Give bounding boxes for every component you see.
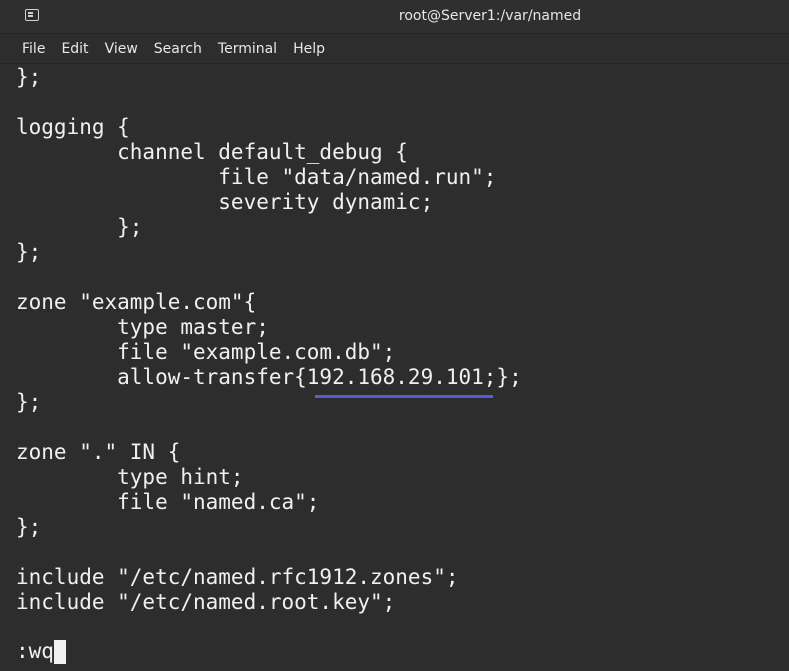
menu-help[interactable]: Help [293,39,331,59]
terminal-line: }; [16,215,143,239]
menu-terminal[interactable]: Terminal [218,39,283,59]
terminal-content[interactable]: }; logging { channel default_debug { fil… [0,64,789,671]
terminal-line: file "example.com.db"; [16,340,396,364]
terminal-line: }; [16,240,42,264]
terminal-line: }; [16,65,42,89]
menu-view[interactable]: View [105,39,144,59]
window-title: root@Server1:/var/named [398,8,582,24]
terminal-line: allow-transfer{192.168.29.101;}; [16,365,522,389]
terminal-line: channel default_debug { [16,140,408,164]
terminal-line: type master; [16,315,269,339]
terminal-line: include "/etc/named.rfc1912.zones"; [16,565,459,589]
terminal-icon [25,9,39,21]
terminal-line: zone "." IN { [16,440,181,464]
terminal-line: file "named.ca"; [16,490,320,514]
text-cursor [53,639,66,664]
terminal-line: logging { [16,115,130,139]
terminal-line: zone "example.com"{ [16,290,257,314]
menu-edit[interactable]: Edit [61,39,94,59]
title-bar[interactable]: root@Server1:/var/named [0,0,789,34]
menu-file[interactable]: File [22,39,51,59]
terminal-line: }; [16,515,42,539]
terminal-line: }; [16,390,42,414]
terminal-line: severity dynamic; [16,190,434,214]
file-content: }; logging { channel default_debug { fil… [16,65,522,615]
menu-bar: File Edit View Search Terminal Help [0,34,789,64]
terminal-window: root@Server1:/var/named File Edit View S… [0,0,789,671]
terminal-line: include "/etc/named.root.key"; [16,590,396,614]
menu-search[interactable]: Search [154,39,208,59]
ip-address-underline [315,395,493,398]
terminal-line: file "data/named.run"; [16,165,497,189]
vim-command-line[interactable]: :wq [16,639,66,664]
command-text: :wq [16,639,54,663]
terminal-line: type hint; [16,465,244,489]
